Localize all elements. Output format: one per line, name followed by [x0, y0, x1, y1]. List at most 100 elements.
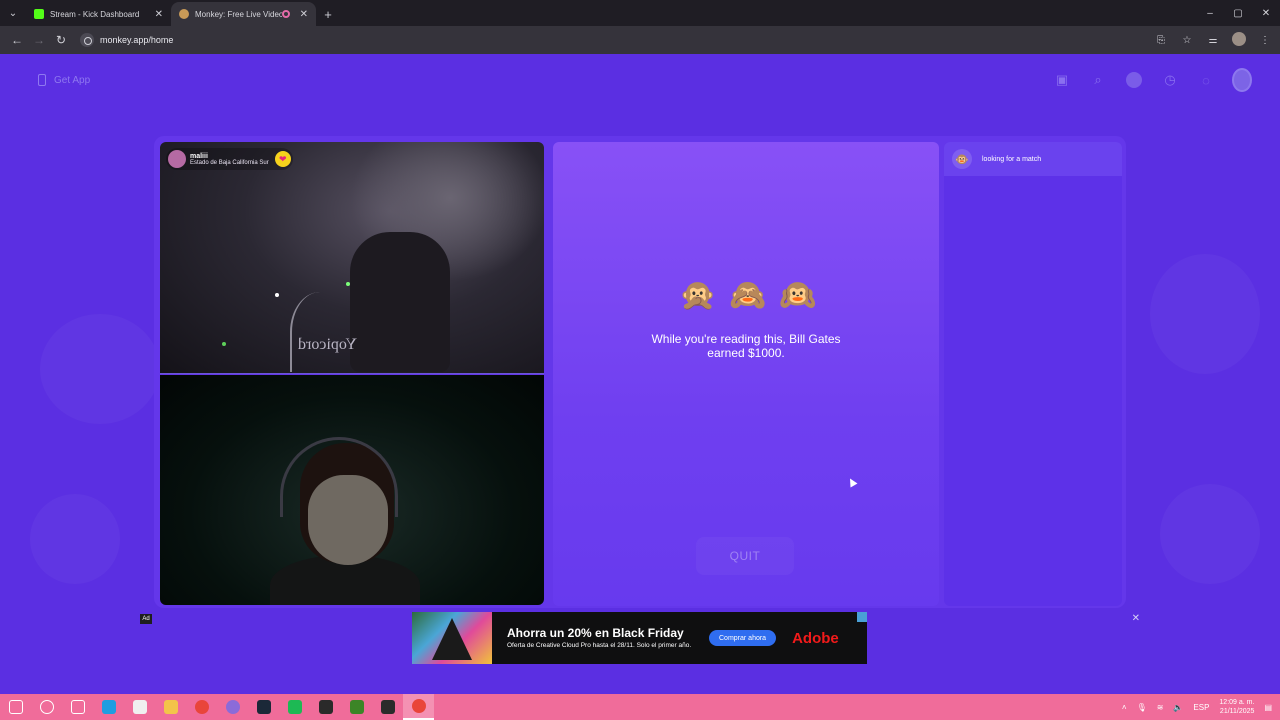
chat-stage: Yopicord maliii Estado de Baja Californi… — [154, 136, 1126, 608]
task-view-icon-glyph — [70, 700, 85, 714]
task-view-icon[interactable] — [62, 694, 93, 720]
close-window-button[interactable]: ✕ — [1252, 8, 1280, 19]
background-decoration — [1150, 254, 1260, 374]
language-indicator[interactable]: ESP — [1193, 703, 1209, 712]
get-app-label: Get App — [54, 74, 91, 86]
see-no-evil-monkey-icon: 🙈 — [729, 279, 767, 312]
chrome-active-icon-glyph — [411, 699, 426, 713]
tab-close-icon[interactable]: ✕ — [155, 9, 163, 20]
profile-avatar[interactable] — [1230, 31, 1248, 49]
volume-icon[interactable]: 🔈 — [1173, 703, 1183, 712]
reload-button[interactable]: ↻ — [50, 29, 72, 51]
led — [222, 342, 226, 346]
chrome-active-icon[interactable] — [403, 694, 434, 720]
file-explorer-icon-glyph — [163, 700, 178, 714]
user-avatar[interactable] — [1232, 68, 1252, 92]
hear-no-evil-monkey-icon: 🙉 — [779, 279, 817, 312]
spotify-icon[interactable] — [279, 694, 310, 720]
get-app-link[interactable]: Get App — [38, 74, 90, 86]
url-text: monkey.app/home — [100, 35, 174, 45]
steam-icon[interactable] — [248, 694, 279, 720]
tray-chevron-icon[interactable]: ˄ — [1122, 703, 1127, 712]
phone-icon — [38, 74, 46, 86]
extensions-icon[interactable]: ⚌ — [1204, 35, 1222, 46]
windows-taskbar: ˄ 🎙 ≋ 🔈 ESP 12:09 a. m. 21/11/2025 ▤ — [0, 694, 1280, 720]
heart-icon[interactable]: ❤ — [274, 151, 291, 167]
file-explorer-icon[interactable] — [155, 694, 186, 720]
headset — [280, 437, 398, 517]
remote-video: Yopicord maliii Estado de Baja Californi… — [160, 142, 544, 374]
store-icon-glyph — [132, 700, 147, 714]
notifications-icon[interactable]: ▤ — [1264, 703, 1272, 712]
background-decoration — [30, 494, 120, 584]
search-icon[interactable]: ⌕ — [1088, 70, 1108, 90]
minecraft-icon-glyph — [349, 700, 364, 714]
steam-icon-glyph — [256, 700, 271, 714]
led — [346, 282, 350, 286]
bookmark-star-icon[interactable]: ☆ — [1178, 35, 1196, 46]
ad-banner[interactable]: Ahorra un 20% en Black Friday Oferta de … — [412, 612, 867, 664]
clock[interactable]: 12:09 a. m. 21/11/2025 — [1219, 698, 1254, 716]
match-status-text: looking for a match — [982, 155, 1042, 163]
kick-favicon-icon — [34, 9, 44, 19]
tab-close-icon[interactable]: ✕ — [300, 9, 308, 20]
tab-title: Stream - Kick Dashboard — [50, 9, 140, 19]
store-icon[interactable] — [124, 694, 155, 720]
waiting-message: While you're reading this, Bill Gates ea… — [651, 332, 841, 360]
maximize-button[interactable]: ▢ — [1224, 8, 1252, 19]
search-icon[interactable] — [31, 694, 62, 720]
address-bar: ← → ↻ monkey.app/home ⎘ ☆ ⚌ ⋮ — [0, 26, 1280, 54]
windows-start-icon-glyph — [8, 700, 23, 714]
ad-info-icon[interactable] — [857, 612, 867, 622]
chrome-profile-icon[interactable] — [217, 694, 248, 720]
url-field[interactable]: monkey.app/home — [80, 30, 1152, 50]
chat-icon[interactable]: ◌ — [1196, 70, 1216, 90]
match-status-panel: 🙊 🙈 🙉 While you're reading this, Bill Ga… — [553, 142, 939, 606]
tab-kick-dashboard[interactable]: Stream - Kick Dashboard ✕ — [26, 2, 171, 26]
minecraft-icon[interactable] — [341, 694, 372, 720]
tab-title: Monkey: Free Live Video Ch — [195, 9, 282, 19]
background-decoration — [1160, 484, 1260, 584]
tab-monkey[interactable]: Monkey: Free Live Video Ch ✕ — [171, 2, 316, 26]
top-nav-icons: ▣ ⌕ ◷ ◌ — [1052, 68, 1252, 92]
chrome-icon[interactable] — [186, 694, 217, 720]
windows-start-icon[interactable] — [0, 694, 31, 720]
ad-close-icon[interactable]: ✕ — [1132, 613, 1140, 624]
address-bar-actions: ⎘ ☆ ⚌ ⋮ — [1152, 31, 1274, 49]
tab-search-icon[interactable]: ⌄ — [0, 0, 26, 26]
monkey-favicon-icon — [179, 9, 189, 19]
window-controls: – ▢ ✕ — [1196, 0, 1280, 26]
remote-user-name: maliii — [190, 152, 208, 160]
new-tab-button[interactable]: + — [316, 2, 340, 26]
history-icon[interactable]: ◷ — [1160, 70, 1180, 90]
epic-games-icon-glyph — [380, 700, 395, 714]
edge-icon[interactable] — [93, 694, 124, 720]
ad-label: Ad — [140, 614, 152, 624]
coins-icon[interactable] — [1124, 70, 1144, 90]
minimize-button[interactable]: – — [1196, 8, 1224, 19]
wifi-icon[interactable]: ≋ — [1157, 703, 1164, 712]
ad-copy: Ahorra un 20% en Black Friday Oferta de … — [507, 626, 707, 650]
ad-cta-button[interactable]: Comprar ahora — [709, 630, 777, 646]
site-info-icon[interactable] — [80, 33, 94, 47]
ad-subtext: Oferta de Creative Cloud Pro hasta el 28… — [507, 642, 692, 649]
chat-side-panel: 🐵 looking for a match — [944, 142, 1122, 606]
clock-time: 12:09 a. m. — [1219, 699, 1255, 706]
recording-indicator-icon — [281, 10, 290, 18]
back-button[interactable]: ← — [6, 29, 28, 51]
system-tray: ˄ 🎙 ≋ 🔈 ESP 12:09 a. m. 21/11/2025 ▤ — [1122, 698, 1280, 716]
chrome-icon-glyph — [194, 700, 209, 714]
quit-button[interactable]: QUIT — [696, 537, 794, 575]
monkey-emojis: 🙊 🙈 🙉 — [553, 278, 939, 313]
browser-menu-icon[interactable]: ⋮ — [1256, 35, 1274, 46]
monkey-app-page: Get App ▣ ⌕ ◷ ◌ Yopicord maliii Estado d… — [0, 54, 1280, 694]
remote-user-badge[interactable]: maliii Estado de Baja California Sur ❤ — [166, 148, 293, 170]
microphone-icon[interactable]: 🎙 — [1137, 703, 1147, 712]
obs-icon[interactable] — [310, 694, 341, 720]
spotify-icon-glyph — [287, 700, 302, 714]
epic-games-icon[interactable] — [372, 694, 403, 720]
store-icon[interactable]: ▣ — [1052, 70, 1072, 90]
forward-button[interactable]: → — [28, 29, 50, 51]
taskbar-icons — [0, 694, 434, 720]
translate-icon[interactable]: ⎘ — [1152, 35, 1170, 46]
